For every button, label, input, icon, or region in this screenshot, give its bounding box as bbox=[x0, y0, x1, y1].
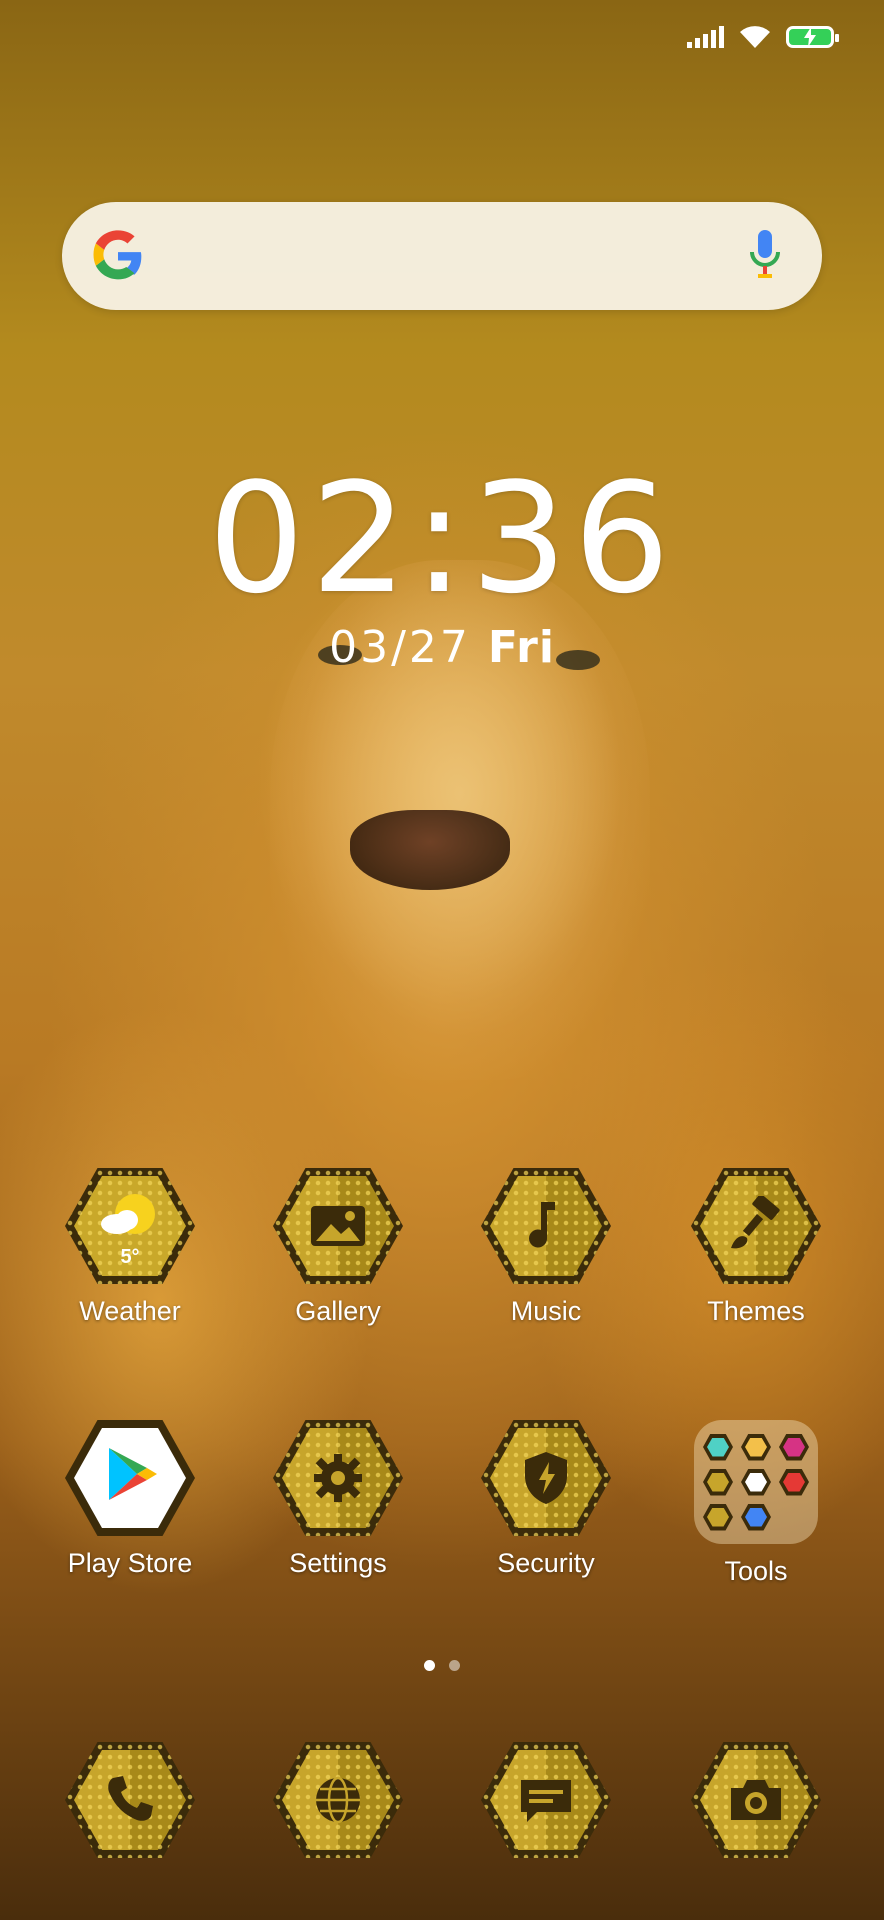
clock-hours: 02 bbox=[207, 450, 414, 627]
dock-phone[interactable] bbox=[40, 1742, 220, 1858]
gallery-icon bbox=[273, 1168, 403, 1284]
app-label: Play Store bbox=[67, 1548, 193, 1578]
status-bar bbox=[687, 24, 839, 50]
app-music[interactable]: Music bbox=[456, 1168, 636, 1327]
app-label: Themes bbox=[707, 1296, 805, 1326]
clock-minutes: 36 bbox=[470, 450, 677, 627]
browser-globe-icon bbox=[273, 1742, 403, 1858]
wallpaper-lion-nose bbox=[350, 810, 510, 890]
phone-icon bbox=[65, 1742, 195, 1858]
date-value: 03/27 bbox=[329, 622, 471, 673]
clock-widget[interactable]: 02:36 bbox=[0, 450, 884, 627]
app-gallery[interactable]: Gallery bbox=[248, 1168, 428, 1327]
signal-icon bbox=[687, 26, 724, 48]
clock-separator: : bbox=[413, 450, 471, 627]
google-search-bar[interactable] bbox=[62, 202, 822, 310]
app-security[interactable]: Security bbox=[456, 1420, 636, 1579]
folder-icon bbox=[694, 1420, 818, 1544]
battery-charging-icon bbox=[786, 26, 839, 48]
music-note-icon bbox=[481, 1168, 611, 1284]
app-play-store[interactable]: Play Store bbox=[40, 1420, 220, 1579]
app-label: Music bbox=[510, 1296, 582, 1326]
paintbrush-icon bbox=[691, 1168, 821, 1284]
weekday: Fri bbox=[487, 622, 555, 673]
app-label: Tools bbox=[724, 1556, 788, 1586]
page-dot-active[interactable] bbox=[424, 1660, 435, 1671]
google-logo-icon bbox=[93, 230, 142, 280]
app-label: Settings bbox=[289, 1548, 387, 1578]
date-display: 03/27 Fri bbox=[0, 622, 884, 673]
dock-messages[interactable] bbox=[456, 1742, 636, 1858]
page-dot[interactable] bbox=[449, 1660, 460, 1671]
play-store-icon bbox=[65, 1420, 195, 1536]
shield-bolt-icon bbox=[481, 1420, 611, 1536]
app-settings[interactable]: Settings bbox=[248, 1420, 428, 1579]
gear-icon bbox=[273, 1420, 403, 1536]
app-label: Gallery bbox=[295, 1296, 381, 1326]
app-weather[interactable]: 5° Weather bbox=[40, 1168, 220, 1327]
mic-icon[interactable] bbox=[748, 230, 782, 282]
dock-camera[interactable] bbox=[666, 1742, 846, 1858]
camera-icon bbox=[691, 1742, 821, 1858]
folder-tools[interactable]: Tools bbox=[666, 1420, 846, 1587]
app-label: Weather bbox=[79, 1296, 181, 1326]
wifi-icon bbox=[740, 26, 770, 48]
weather-sun-cloud-icon: 5° bbox=[65, 1168, 195, 1284]
weather-temp: 5° bbox=[120, 1246, 140, 1268]
page-indicator bbox=[0, 1660, 884, 1671]
app-themes[interactable]: Themes bbox=[666, 1168, 846, 1327]
dock-browser[interactable] bbox=[248, 1742, 428, 1858]
app-label: Security bbox=[497, 1548, 595, 1578]
messages-icon bbox=[481, 1742, 611, 1858]
